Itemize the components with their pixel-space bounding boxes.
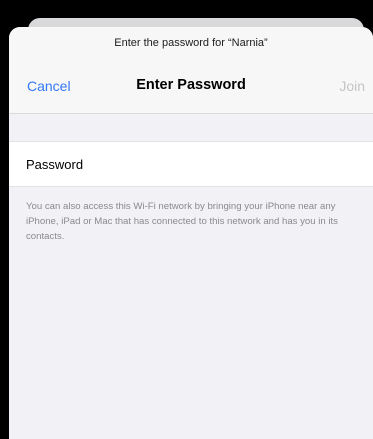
password-input[interactable] xyxy=(119,150,359,178)
screen: Enter the password for “Narnia” Cancel E… xyxy=(0,0,373,439)
cancel-button[interactable]: Cancel xyxy=(27,78,71,94)
password-sharing-footnote: You can also access this Wi-Fi network b… xyxy=(26,201,338,242)
password-row[interactable]: Password xyxy=(9,141,373,187)
password-sheet: Enter the password for “Narnia” Cancel E… xyxy=(9,27,373,439)
password-prompt: Enter the password for “Narnia” xyxy=(114,37,268,49)
password-label: Password xyxy=(26,157,84,172)
join-button[interactable]: Join xyxy=(339,78,365,94)
navigation-bar: Enter the password for “Narnia” Cancel E… xyxy=(9,27,373,114)
